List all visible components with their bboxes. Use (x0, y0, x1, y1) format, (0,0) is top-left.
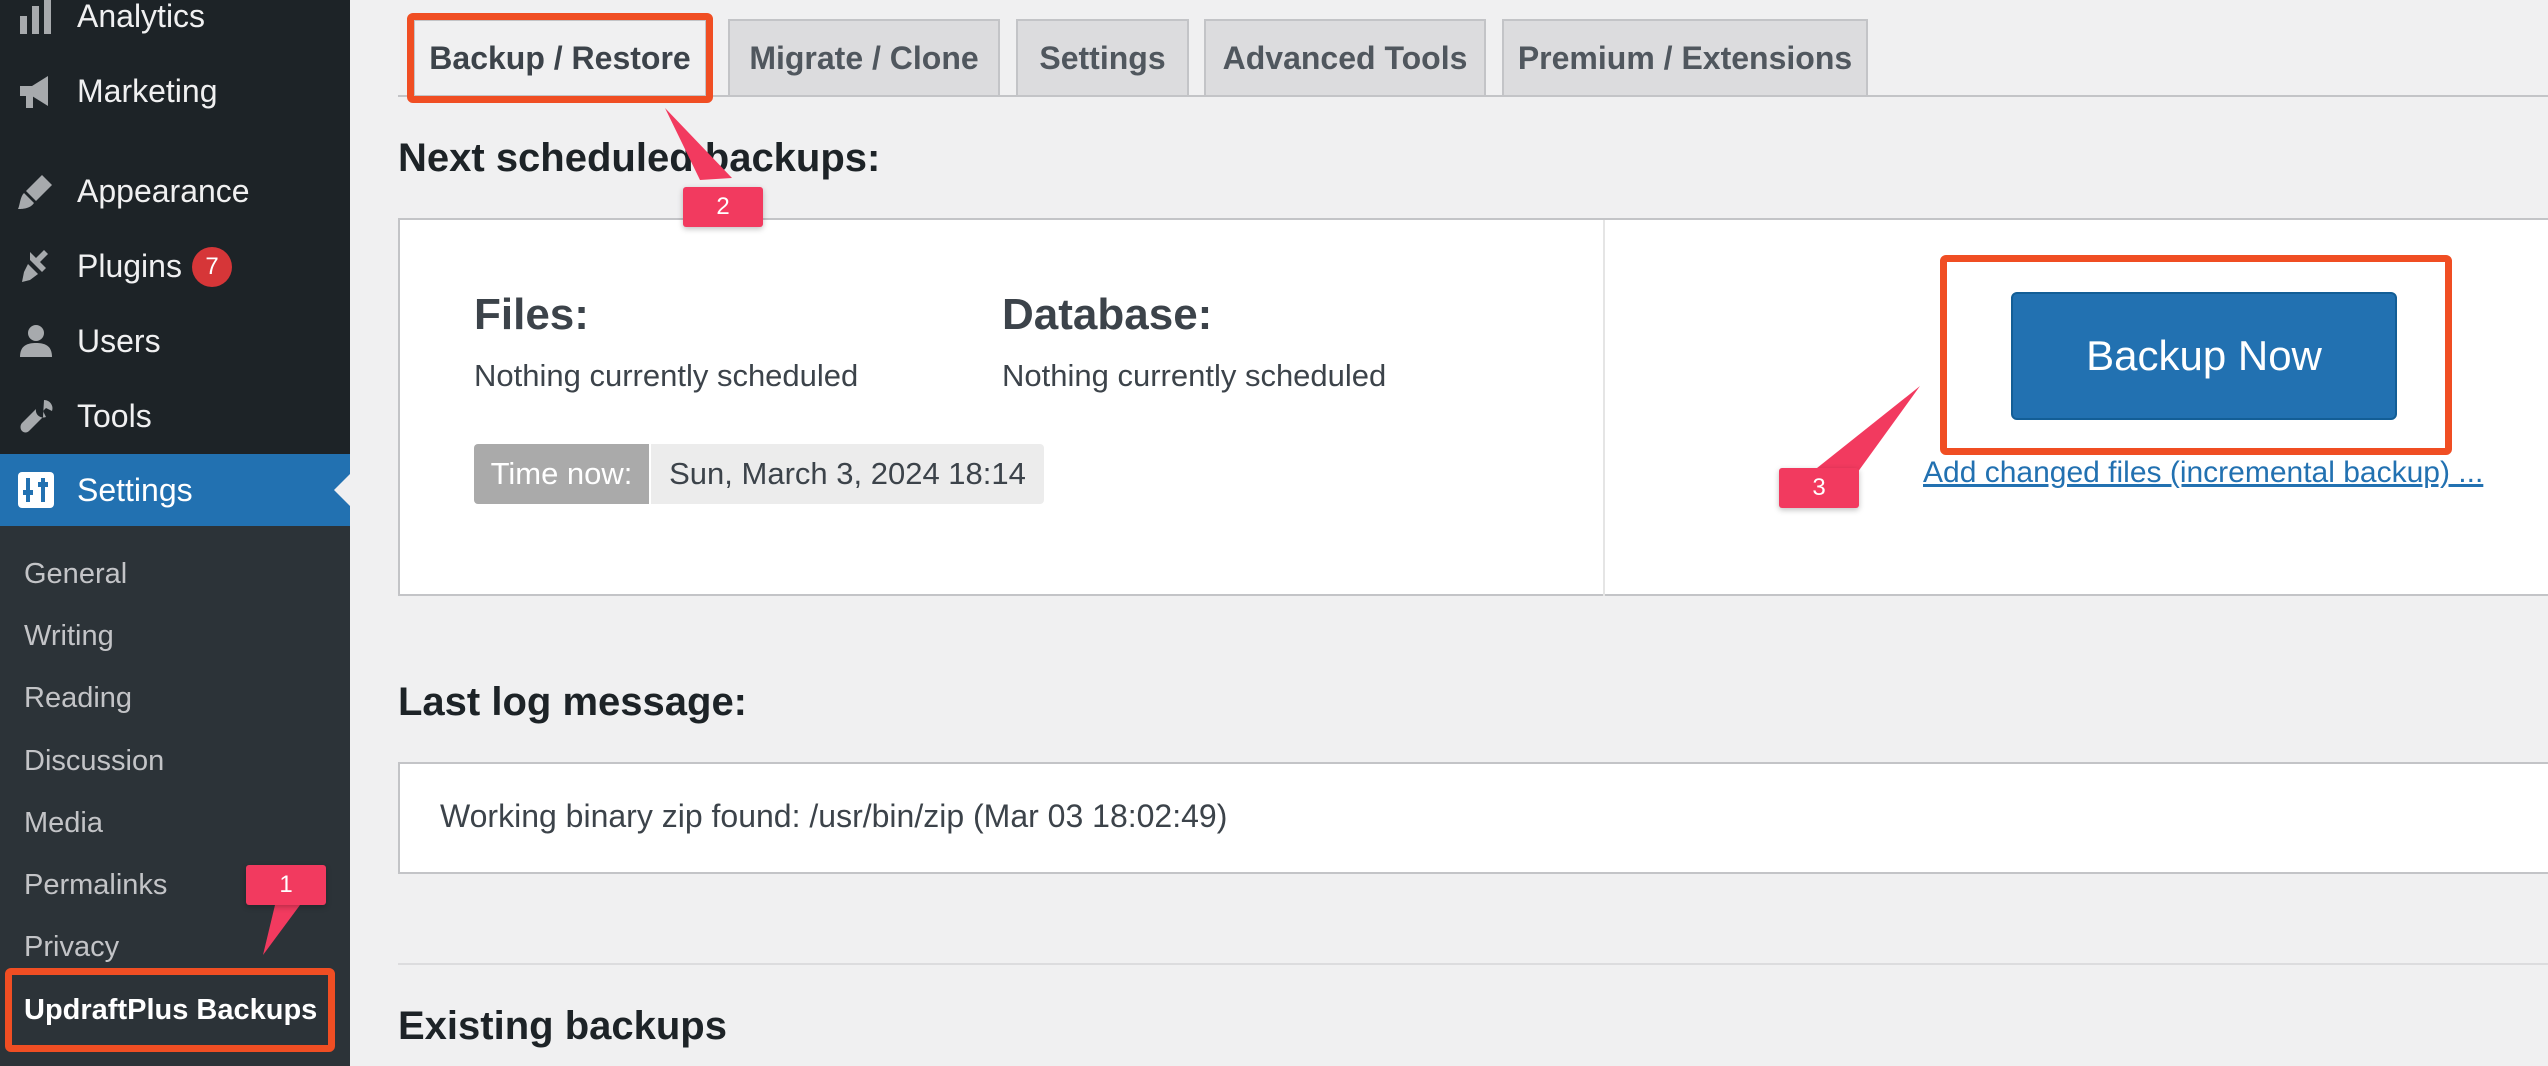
menu-item-analytics[interactable]: Analytics (0, 0, 350, 52)
plugin-icon (22, 250, 48, 282)
time-now-value: Sun, March 3, 2024 18:14 (651, 444, 1044, 504)
tab-migrate-clone[interactable]: Migrate / Clone (728, 19, 1000, 96)
incremental-backup-link[interactable]: Add changed files (incremental backup) .… (1923, 456, 2483, 490)
menu-label: Plugins (77, 247, 182, 284)
plugins-update-badge: 7 (192, 247, 232, 287)
tab-premium-extensions[interactable]: Premium / Extensions (1502, 19, 1868, 96)
log-message: Working binary zip found: /usr/bin/zip (… (440, 798, 1228, 834)
current-menu-arrow (334, 474, 350, 506)
menu-label: Users (77, 322, 161, 359)
admin-sidebar: Analytics Marketing Appearance Plugins 7… (0, 0, 350, 1066)
submenu-item-discussion[interactable]: Discussion (24, 745, 164, 778)
panel-divider (1603, 220, 1605, 596)
menu-item-appearance[interactable]: Appearance (0, 155, 350, 227)
highlight-updraftplus-menu (5, 968, 335, 1052)
megaphone-icon (20, 76, 48, 108)
callout-3: 3 (1779, 468, 1859, 508)
log-heading: Last log message: (398, 680, 748, 724)
menu-item-tools[interactable]: Tools (0, 380, 350, 452)
paintbrush-icon (18, 175, 52, 209)
bar-chart-icon (20, 0, 51, 34)
user-icon (20, 325, 52, 357)
scheduled-heading: Next scheduled backups: (398, 136, 881, 180)
submenu-item-permalinks[interactable]: Permalinks (24, 869, 167, 902)
tab-advanced-tools[interactable]: Advanced Tools (1204, 19, 1486, 96)
log-panel: Working binary zip found: /usr/bin/zip (… (398, 762, 2548, 874)
callout-2: 2 (683, 187, 763, 227)
highlight-backup-now-button (1940, 255, 2452, 455)
files-status: Nothing currently scheduled (474, 358, 859, 393)
files-title: Files: (474, 290, 589, 339)
wrench-icon (20, 400, 53, 433)
menu-label: Marketing (77, 72, 218, 109)
menu-item-users[interactable]: Users (0, 305, 350, 377)
submenu-item-media[interactable]: Media (24, 807, 103, 840)
sliders-icon (18, 472, 54, 508)
time-now-label: Time now: (474, 444, 649, 504)
menu-label: Appearance (77, 172, 250, 209)
tab-settings[interactable]: Settings (1016, 19, 1189, 96)
menu-item-plugins[interactable]: Plugins 7 (0, 230, 350, 302)
menu-label: Tools (77, 397, 152, 434)
database-title: Database: (1002, 290, 1213, 339)
submenu-item-privacy[interactable]: Privacy (24, 931, 119, 964)
menu-label: Analytics (77, 0, 206, 34)
menu-label: Settings (77, 471, 193, 508)
submenu-item-reading[interactable]: Reading (24, 682, 132, 715)
section-divider (398, 963, 2548, 965)
menu-item-marketing[interactable]: Marketing (0, 55, 350, 127)
tab-baseline (398, 95, 2548, 97)
callout-1: 1 (246, 865, 326, 905)
highlight-backup-restore-tab (407, 13, 713, 103)
database-status: Nothing currently scheduled (1002, 358, 1387, 393)
submenu-item-writing[interactable]: Writing (24, 620, 114, 653)
menu-item-settings[interactable]: Settings (0, 454, 350, 526)
existing-backups-heading: Existing backups (398, 1004, 727, 1048)
submenu-item-general[interactable]: General (24, 558, 127, 591)
